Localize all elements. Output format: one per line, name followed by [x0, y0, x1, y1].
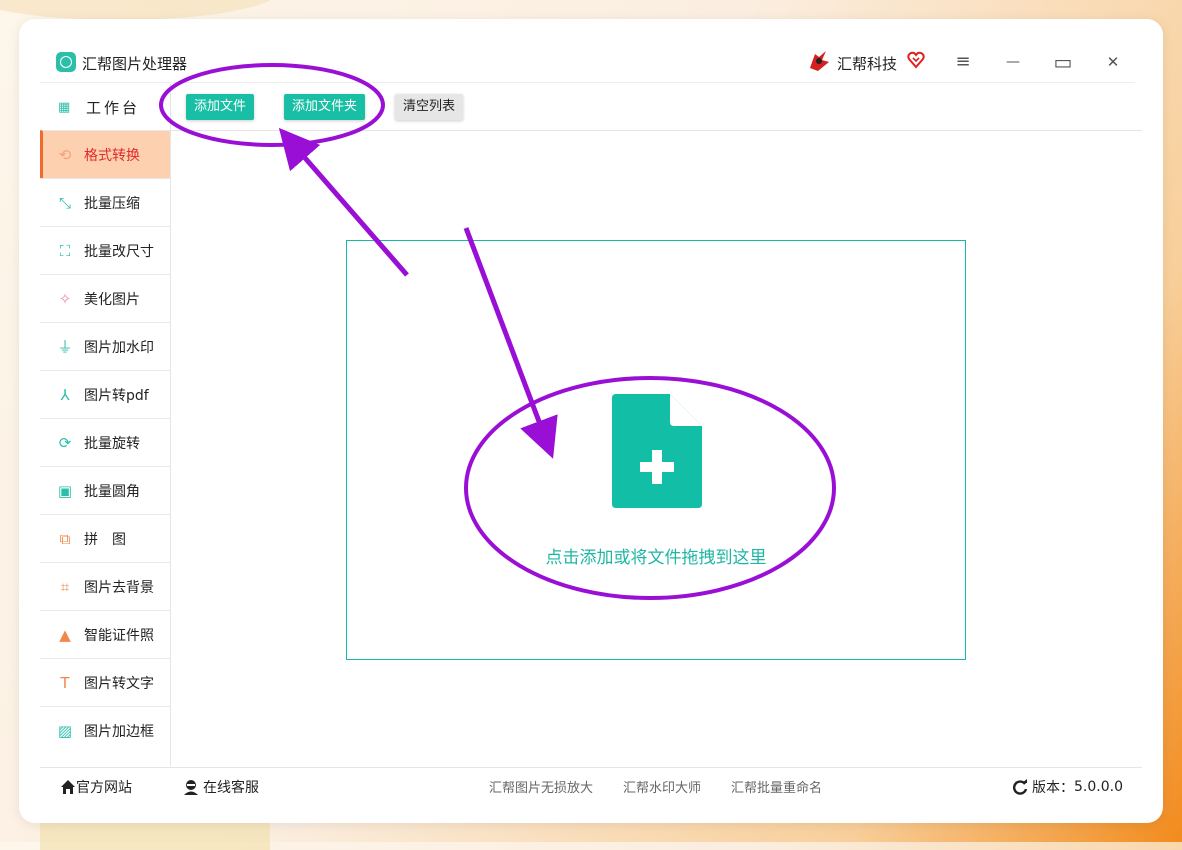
pdf-icon: ⅄: [60, 385, 70, 404]
menu-button[interactable]: ≡: [951, 50, 975, 74]
sidebar-item-label: 格式转换: [84, 147, 140, 164]
resize-icon: ⛶: [59, 241, 71, 260]
vip-heart-icon[interactable]: [907, 51, 925, 69]
sidebar-item-label: 拼 图: [84, 531, 126, 548]
add-file-button[interactable]: 添加文件: [186, 94, 255, 120]
home-icon: [61, 780, 75, 794]
official-website-label: 官方网站: [76, 780, 132, 796]
sidebar-item[interactable]: ✧ 美化图片: [40, 274, 170, 322]
person-icon: ▲: [59, 625, 71, 644]
drop-zone-text: 点击添加或将文件拖拽到这里: [545, 548, 767, 568]
sidebar-item[interactable]: ⅄ 图片转pdf: [40, 370, 170, 418]
sidebar-item[interactable]: ⛶ 批量改尺寸: [40, 226, 170, 274]
brand-logo-icon: [810, 51, 829, 71]
app-logo-icon: [56, 52, 76, 72]
sidebar-item[interactable]: ⟳ 批量旋转: [40, 418, 170, 466]
maximize-button[interactable]: ▭: [1051, 50, 1075, 74]
sidebar-item[interactable]: ⤡ 批量压缩: [40, 178, 170, 226]
add-folder-button[interactable]: 添加文件夹: [284, 94, 366, 120]
grid-icon: ▦: [58, 99, 71, 115]
sidebar-item[interactable]: ▲ 智能证件照: [40, 610, 170, 658]
sidebar-item-label: 图片转pdf: [84, 387, 149, 404]
sidebar-item-label: 图片去背景: [84, 579, 154, 596]
title-bar: 汇帮图片处理器 汇帮科技 ≡ — ▭ ✕: [40, 44, 1135, 83]
rotate-icon: ⟳: [58, 433, 72, 452]
footer-bar: 官方网站 在线客服 汇帮图片无损放大 汇帮水印大师 汇帮批量重命名 版本： 5.…: [40, 767, 1142, 806]
sidebar-item-label: 图片转文字: [84, 675, 154, 692]
sidebar-item[interactable]: T 图片转文字: [40, 658, 170, 706]
file-drop-zone[interactable]: 点击添加或将文件拖拽到这里: [346, 240, 966, 660]
sidebar-item[interactable]: ⟲ 格式转换: [40, 130, 170, 178]
clear-list-button[interactable]: 清空列表: [395, 94, 464, 120]
version-label: 版本：: [1032, 780, 1074, 796]
app-title: 汇帮图片处理器: [82, 55, 188, 73]
sidebar-item[interactable]: ⧉ 拼 图: [40, 514, 170, 562]
online-support-link[interactable]: 在线客服: [182, 777, 259, 797]
add-file-icon: [612, 394, 702, 508]
refresh-icon: [1013, 779, 1028, 795]
workbench-label: 工作台: [86, 98, 141, 117]
sidebar-item-label: 批量改尺寸: [84, 243, 154, 260]
minimize-button[interactable]: —: [1001, 50, 1025, 74]
sidebar-item-label: 美化图片: [84, 291, 140, 308]
text-icon: T: [60, 673, 70, 692]
sidebar-workbench[interactable]: ▦ 工作台: [40, 84, 170, 130]
sidebar-item-label: 批量压缩: [84, 195, 140, 212]
brand-name: 汇帮科技: [837, 55, 898, 73]
puzzle-icon: ⧉: [59, 529, 71, 548]
rounded-corner-icon: ▣: [57, 481, 73, 500]
sidebar-item[interactable]: ⌗ 图片去背景: [40, 562, 170, 610]
sidebar: ▦ 工作台 ⟲ 格式转换 ⤡ 批量压缩 ⛶ 批量改尺寸 ✧ 美化图片 ⏚ 图片加水印 ⅄ 图片转pdf…: [40, 84, 171, 766]
frame-icon: ▨: [57, 721, 73, 740]
footer-link-watermark[interactable]: 汇帮水印大师: [623, 777, 701, 796]
online-support-label: 在线客服: [203, 780, 259, 796]
beautify-icon: ✧: [58, 289, 72, 308]
background-glow: [0, 0, 280, 20]
watermark-icon: ⏚: [57, 338, 73, 356]
sidebar-item-label: 图片加边框: [84, 723, 154, 740]
sidebar-item[interactable]: ▣ 批量圆角: [40, 466, 170, 514]
toolbar: 添加文件 添加文件夹 清空列表: [170, 84, 1142, 131]
sidebar-item-label: 智能证件照: [84, 627, 154, 644]
official-website-link[interactable]: 官方网站: [60, 777, 132, 797]
footer-link-upscale[interactable]: 汇帮图片无损放大: [489, 777, 593, 796]
sidebar-item-label: 批量圆角: [84, 483, 140, 500]
sidebar-item[interactable]: ⏚ 图片加水印: [40, 322, 170, 370]
version-info[interactable]: 版本： 5.0.0.0: [1012, 777, 1123, 797]
close-button[interactable]: ✕: [1101, 50, 1125, 74]
compress-icon: ⤡: [58, 193, 71, 212]
sidebar-item-label: 图片加水印: [84, 339, 154, 356]
format-convert-icon: ⟲: [58, 145, 72, 164]
sidebar-item-label: 批量旋转: [84, 435, 140, 452]
sidebar-item[interactable]: ▨ 图片加边框: [40, 706, 170, 754]
version-number: 5.0.0.0: [1074, 779, 1123, 795]
support-agent-icon: [184, 780, 198, 795]
crop-icon: ⌗: [60, 577, 70, 596]
footer-link-rename[interactable]: 汇帮批量重命名: [731, 777, 822, 796]
